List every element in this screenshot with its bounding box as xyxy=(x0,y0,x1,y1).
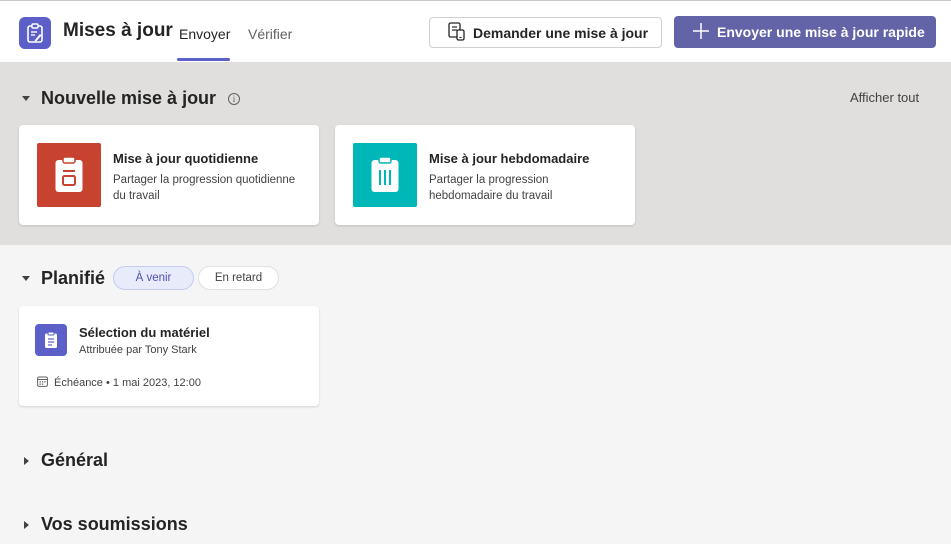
app-title: Mises à jour xyxy=(63,20,173,41)
template-description: Partager la progression hebdomadaire du … xyxy=(429,174,553,202)
template-card-weekly[interactable]: Mise à jour hebdomadaire Partager la pro… xyxy=(335,125,635,225)
template-card-daily[interactable]: Mise à jour quotidienne Partager la prog… xyxy=(19,125,319,225)
filter-upcoming[interactable]: À venir xyxy=(113,266,194,290)
chevron-down-icon xyxy=(22,276,30,281)
show-all-link[interactable]: Afficher tout xyxy=(850,90,919,105)
task-due: Échéance • 1 mai 2023, 12:00 xyxy=(37,376,201,390)
section-title: Général xyxy=(41,450,109,470)
general-header[interactable]: Général xyxy=(24,450,108,471)
task-title: Sélection du matériel xyxy=(79,325,210,340)
request-update-label: Demander une mise à jour xyxy=(473,24,649,41)
scheduled-header[interactable]: Planifié xyxy=(22,268,105,289)
quick-update-button[interactable]: Envoyer une mise à jour rapide xyxy=(674,16,936,48)
clipboard-icon xyxy=(35,324,67,356)
section-title: Nouvelle mise à jour xyxy=(41,88,217,108)
request-update-icon xyxy=(447,21,467,44)
chevron-right-icon xyxy=(24,520,29,529)
clipboard-day-icon xyxy=(37,143,101,207)
quick-update-label: Envoyer une mise à jour rapide xyxy=(717,24,925,40)
section-title: Planifié xyxy=(41,268,106,288)
chevron-down-icon xyxy=(22,96,30,101)
new-update-header[interactable]: Nouvelle mise à jour i xyxy=(22,88,241,109)
task-due-text: Échéance • 1 mai 2023, 12:00 xyxy=(54,377,201,389)
top-bar: Mises à jour Envoyer Vérifier Demander u… xyxy=(0,0,951,62)
tab-envoyer[interactable]: Envoyer xyxy=(179,26,230,42)
section-title: Vos soumissions xyxy=(41,514,188,534)
task-card[interactable]: Sélection du matériel Attribuée par Tony… xyxy=(19,306,319,406)
active-tab-indicator xyxy=(177,58,230,61)
chevron-right-icon xyxy=(24,456,29,465)
submissions-header[interactable]: Vos soumissions xyxy=(24,514,188,535)
tab-verifier[interactable]: Vérifier xyxy=(248,26,292,42)
template-name: Mise à jour hebdomadaire xyxy=(429,151,590,166)
clipboard-week-icon xyxy=(353,143,417,207)
request-update-button[interactable]: Demander une mise à jour xyxy=(429,17,662,48)
template-description: Partager la progression quotidienne du t… xyxy=(113,174,296,202)
task-assigned-by: Attribuée par Tony Stark xyxy=(79,344,197,356)
plus-icon xyxy=(692,22,710,43)
info-icon[interactable]: i xyxy=(228,92,241,105)
clipboard-edit-icon xyxy=(19,17,51,49)
filter-late[interactable]: En retard xyxy=(198,266,279,290)
template-name: Mise à jour quotidienne xyxy=(113,151,259,166)
calendar-icon xyxy=(37,376,48,390)
